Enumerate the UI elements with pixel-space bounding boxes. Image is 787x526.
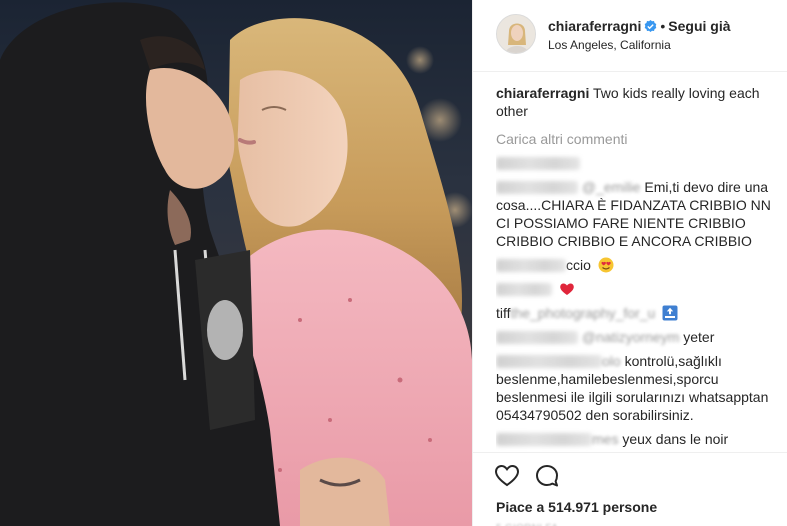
- blurred-username[interactable]: [496, 181, 578, 194]
- user-line: chiaraferragni • Segui già: [548, 17, 731, 35]
- blurred-username[interactable]: [496, 259, 566, 272]
- separator-dot: •: [660, 18, 666, 34]
- post-photo-illustration: [0, 2, 472, 526]
- comment-text: yeter: [683, 329, 715, 345]
- comment-item: [496, 280, 776, 298]
- caption: chiaraferragni Two kids really loving ea…: [496, 84, 776, 120]
- username-link[interactable]: chiaraferragni: [548, 18, 641, 34]
- post-header: chiaraferragni • Segui già Los Angeles, Ca…: [472, 0, 787, 72]
- red-heart-emoji-icon: [560, 283, 574, 295]
- load-more-comments-button[interactable]: Carica altri commenti: [496, 130, 776, 148]
- follow-button[interactable]: Segui già: [668, 18, 730, 34]
- comment-text: ccio: [566, 257, 591, 273]
- blurred-username[interactable]: [496, 433, 592, 446]
- comment-author[interactable]: tiff: [496, 305, 511, 321]
- top-arrow-emoji-icon: [662, 305, 678, 321]
- comment-item: tiffthe_photography_for_u: [496, 304, 776, 322]
- likes-count[interactable]: Piace a 514.971 persone: [496, 498, 657, 516]
- comment-item: [496, 154, 776, 172]
- post-actions: Piace a 514.971 persone 5 GIORNI FA: [472, 452, 787, 526]
- mention-link[interactable]: @natizyorneym: [582, 329, 679, 345]
- post-side-panel: chiaraferragni • Segui già Los Angeles, Ca…: [472, 0, 787, 526]
- mention-link[interactable]: @_emilie: [582, 179, 641, 195]
- comment-text: yeux dans le noir: [622, 431, 729, 447]
- caption-username[interactable]: chiaraferragni: [496, 85, 589, 101]
- comment-item: @_emilie Emi,ti devo dire una cosa....CH…: [496, 178, 776, 250]
- location-link[interactable]: Los Angeles, California: [548, 37, 671, 53]
- blurred-username[interactable]: [496, 331, 578, 344]
- comment-item: ccio: [496, 256, 776, 274]
- blurred-username[interactable]: [496, 283, 552, 296]
- blurred-username[interactable]: [496, 355, 602, 368]
- comments-list[interactable]: chiaraferragni Two kids really loving ea…: [496, 84, 776, 452]
- comment-bubble-icon[interactable]: [534, 463, 560, 489]
- blurred-username[interactable]: [496, 157, 580, 170]
- comment-item: mes yeux dans le noir: [496, 430, 776, 448]
- post-photo[interactable]: [0, 0, 472, 526]
- comment-item: @natizyorneym yeter: [496, 328, 776, 346]
- heart-outline-icon[interactable]: [494, 463, 520, 489]
- comment-text-blurred: olo: [602, 353, 621, 369]
- comment-text-blurred: mes: [592, 431, 619, 447]
- comment-item: olo kontrolü,sağlıklı beslenme,hamilebes…: [496, 352, 776, 424]
- heart-eyes-emoji-icon: [598, 257, 614, 273]
- blurred-username[interactable]: the_photography_for_u: [511, 305, 656, 321]
- verified-badge-icon: [645, 20, 657, 32]
- divider: [472, 0, 473, 526]
- avatar[interactable]: [496, 14, 536, 54]
